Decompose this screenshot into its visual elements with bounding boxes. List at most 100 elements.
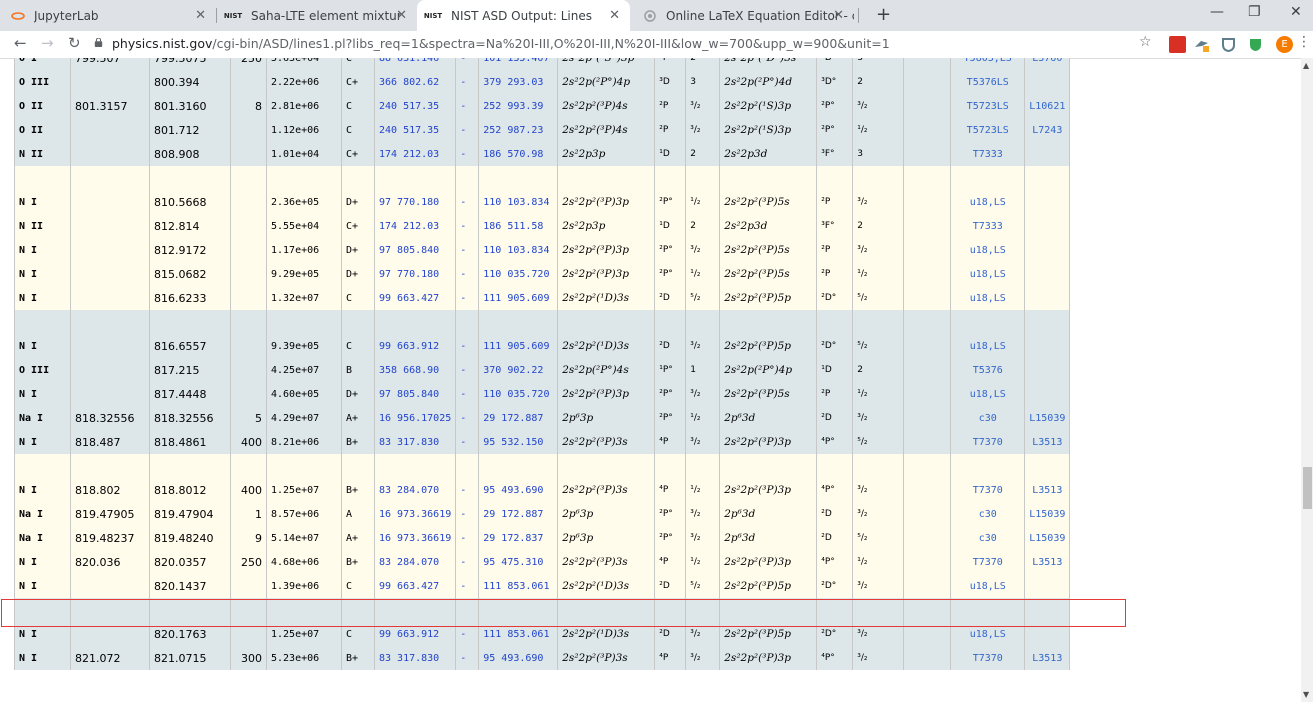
relative-intensity-cell (230, 190, 267, 214)
lower-j-cell: ³/₂ (685, 382, 720, 406)
tp-ref-link[interactable]: u18,LS (950, 238, 1025, 262)
accuracy-cell: C (341, 574, 375, 598)
tp-ref-link[interactable]: u18,LS (950, 574, 1025, 598)
aki-cell: 5.14e+07 (266, 526, 342, 550)
extension-shield-icon[interactable] (1220, 36, 1237, 53)
upper-energy-cell: 110 035.720 (478, 262, 558, 286)
tp-ref-link[interactable]: u18,LS (950, 262, 1025, 286)
upper-j-cell: ¹/₂ (852, 262, 904, 286)
scroll-down-arrow[interactable]: ▼ (1303, 690, 1309, 699)
tp-ref-link[interactable]: u18,LS (950, 382, 1025, 406)
lower-j-cell: ³/₂ (685, 430, 720, 454)
line-ref-link[interactable]: L3760 (1024, 58, 1071, 70)
ritz-wavelength-cell: 818.4861 (149, 430, 231, 454)
lower-term-cell: ⁴P (654, 646, 686, 670)
lower-term-cell (654, 454, 686, 478)
forward-button[interactable]: → (41, 34, 54, 52)
upper-term-cell: ³D° (816, 70, 853, 94)
tp-ref-link[interactable]: u18,LS (950, 286, 1025, 310)
reload-button[interactable]: ↻ (68, 34, 81, 52)
lower-j-cell: ³/₂ (685, 238, 720, 262)
tp-ref-link[interactable]: T7370 (950, 478, 1025, 502)
line-ref-link[interactable]: L7243 (1024, 118, 1071, 142)
line-ref-link[interactable]: L15039 (1024, 526, 1071, 550)
lower-configuration-cell: 2p⁶3p (557, 406, 655, 430)
relative-intensity-cell: 400 (230, 430, 267, 454)
address-bar[interactable]: physics.nist.gov/cgi-bin/ASD/lines1.pl?l… (94, 32, 1134, 57)
close-icon[interactable]: ✕ (195, 8, 206, 23)
ion-cell: N I (14, 334, 71, 358)
tp-ref-link[interactable]: T5376 (950, 358, 1025, 382)
line-ref-link[interactable]: L10621 (1024, 94, 1071, 118)
line-ref-link[interactable]: L15039 (1024, 502, 1071, 526)
tab-divider (858, 8, 859, 23)
upper-term-cell (816, 166, 853, 190)
close-window-button[interactable]: ✕ (1290, 4, 1302, 20)
tp-ref-link[interactable]: T5723LS (950, 118, 1025, 142)
close-icon[interactable]: ✕ (833, 8, 844, 23)
tp-ref-link[interactable]: u18,LS (950, 190, 1025, 214)
accuracy-cell (341, 454, 375, 478)
tp-ref-link[interactable]: u18,LS (950, 622, 1025, 646)
profile-avatar[interactable]: E (1276, 36, 1293, 53)
upper-j-cell: ³/₂ (852, 574, 904, 598)
upper-term-cell: ²D° (816, 574, 853, 598)
table-row: N II 808.908 1.01e+04 C+ 174 212.03-186 570.… (14, 142, 1071, 166)
extension-bird-icon[interactable] (1193, 36, 1210, 53)
extension-green-shield-icon[interactable] (1247, 36, 1264, 53)
line-ref-link[interactable]: L3513 (1024, 646, 1071, 670)
empty-cell (903, 526, 951, 550)
ion-cell: N I (14, 286, 71, 310)
line-ref-link[interactable]: L3513 (1024, 550, 1071, 574)
table-row: Na I 819.47905 819.47904 1 8.57e+06 A 16 973.3… (14, 502, 1071, 526)
tab-jupyterlab[interactable]: JupyterLab ✕ (0, 0, 216, 31)
ion-cell: Na I (14, 526, 71, 550)
ion-cell: O II (14, 118, 71, 142)
close-icon[interactable]: ✕ (396, 8, 407, 23)
tp-ref-link[interactable]: T7370 (950, 646, 1025, 670)
tp-ref-link[interactable]: c30 (950, 406, 1025, 430)
tp-ref-link[interactable]: c30 (950, 502, 1025, 526)
tp-ref-link[interactable]: T7370 (950, 550, 1025, 574)
tp-ref-link[interactable]: T5803,LS (950, 58, 1025, 70)
tp-ref-link[interactable]: T5376LS (950, 70, 1025, 94)
lower-energy-cell: 97 770.180 (373, 262, 456, 286)
back-button[interactable]: ← (14, 34, 27, 52)
tp-ref-link[interactable]: T7370 (950, 430, 1025, 454)
tp-ref-link[interactable]: T7333 (950, 214, 1025, 238)
line-ref-link[interactable]: L15039 (1024, 406, 1071, 430)
scroll-up-arrow[interactable]: ▲ (1303, 61, 1309, 70)
lower-energy-cell: 366 802.62 (373, 70, 456, 94)
lower-term-cell: ²D (654, 334, 686, 358)
vertical-scrollbar[interactable] (1301, 58, 1313, 702)
menu-kebab-icon[interactable]: ⋮ (1297, 34, 1311, 50)
tp-ref-link[interactable]: T7333 (950, 142, 1025, 166)
extension-red-icon[interactable] (1169, 36, 1186, 53)
tab-latex-editor[interactable]: Online LaTeX Equation Editor - c ✕ (632, 0, 854, 31)
minimize-button[interactable]: — (1210, 4, 1224, 20)
scrollbar-thumb[interactable] (1303, 467, 1312, 509)
new-tab-button[interactable]: + (876, 4, 891, 25)
bookmark-star-icon[interactable]: ☆ (1139, 34, 1152, 50)
relative-intensity-cell: 250 (230, 550, 267, 574)
line-ref-link[interactable]: L3513 (1024, 478, 1071, 502)
close-icon[interactable]: ✕ (609, 8, 620, 23)
aki-cell: 8.57e+06 (266, 502, 342, 526)
upper-energy-cell: 252 993.39 (478, 94, 558, 118)
line-ref-link[interactable]: L3513 (1024, 430, 1071, 454)
upper-j-cell (852, 454, 904, 478)
tp-ref-link[interactable]: T5723LS (950, 94, 1025, 118)
accuracy-cell: C (341, 58, 375, 70)
lower-configuration-cell (557, 166, 655, 190)
tab-saha-lte[interactable]: NIST Saha-LTE element mixture compo ✕ (217, 0, 417, 31)
tp-ref-link[interactable]: u18,LS (950, 334, 1025, 358)
tab-nist-asd-output[interactable]: NIST NIST ASD Output: Lines ✕ (417, 0, 630, 31)
maximize-button[interactable]: ❐ (1248, 4, 1261, 20)
relative-intensity-cell (230, 358, 267, 382)
tp-ref-link[interactable]: c30 (950, 526, 1025, 550)
upper-energy-cell: 111 905.609 (478, 286, 558, 310)
energy-dash: - (455, 214, 479, 238)
upper-j-cell: ³/₂ (852, 478, 904, 502)
ritz-wavelength-cell: 820.1437 (149, 574, 231, 598)
empty-cell (903, 262, 951, 286)
